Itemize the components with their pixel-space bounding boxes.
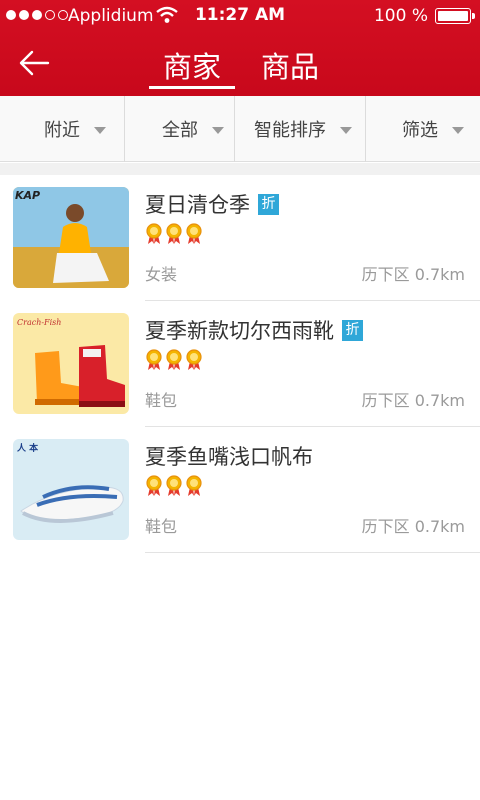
divider [234,96,235,162]
medal-icon [146,475,162,496]
item-title-row: 夏季新款切尔西雨靴 折 [145,315,363,345]
medal-icon [186,223,202,244]
discount-badge: 折 [258,193,279,215]
product-thumbnail: Crach-Fish [13,313,129,414]
item-title: 夏季鱼嘴浅口帆布 [145,445,313,469]
battery-tip [472,13,475,19]
medal-icon [166,223,182,244]
back-arrow-icon[interactable] [18,48,50,78]
item-category: 鞋包 [145,517,178,536]
filter-screen[interactable]: 筛选 [402,96,464,162]
divider [145,552,480,553]
medal-icon [146,223,162,244]
filter-all[interactable]: 全部 [162,96,224,162]
divider [365,96,366,162]
list-item[interactable]: Crach-Fish 夏季新款切尔西雨靴 折 鞋包 历下区 0.7km [0,301,480,427]
rating-medals [145,475,203,497]
svg-text:Crach-Fish: Crach-Fish [17,318,61,327]
item-location: 历下区 0.7km [361,517,465,536]
filter-label: 全部 [162,120,198,141]
medal-icon [186,475,202,496]
filter-smart-sort[interactable]: 智能排序 [254,96,352,162]
status-bar: Applidium 11:27 AM 100 % [0,0,480,32]
dropdown-caret-icon [452,126,464,134]
medal-icon [146,349,162,370]
list-item[interactable]: 人 本 夏季鱼嘴浅口帆布 鞋包 历下区 0.7km [0,427,480,553]
svg-text:人 本: 人 本 [16,442,39,454]
product-thumbnail: 人 本 [13,439,129,540]
item-location: 历下区 0.7km [361,265,465,284]
list-item[interactable]: KAP 夏日清仓季 折 女装 历下区 0.7km [0,175,480,301]
product-thumbnail: KAP [13,187,129,288]
divider [124,96,125,162]
svg-text:KAP: KAP [15,189,40,202]
merchant-list: KAP 夏日清仓季 折 女装 历下区 0.7km Crach-Fish 夏季新款… [0,175,480,553]
battery-icon [435,8,471,24]
active-tab-indicator [149,86,235,89]
item-title: 夏季新款切尔西雨靴 [145,319,334,343]
app-header: Applidium 11:27 AM 100 % 商家 商品 [0,0,480,96]
filter-bar: 附近 全部 智能排序 筛选 [0,96,480,162]
medal-icon [166,349,182,370]
dropdown-caret-icon [340,126,352,134]
rating-medals [145,223,203,245]
item-title-row: 夏日清仓季 折 [145,189,279,219]
tab-products[interactable]: 商品 [261,44,319,86]
dropdown-caret-icon [212,126,224,134]
dropdown-caret-icon [94,126,106,134]
filter-label: 智能排序 [254,120,326,141]
item-category: 鞋包 [145,391,178,410]
filter-label: 附近 [44,120,80,141]
filter-label: 筛选 [402,120,438,141]
item-title-row: 夏季鱼嘴浅口帆布 [145,441,313,471]
discount-badge: 折 [342,319,363,341]
section-gap [0,163,480,175]
medal-icon [186,349,202,370]
filter-nearby[interactable]: 附近 [44,96,106,162]
medal-icon [166,475,182,496]
item-title: 夏日清仓季 [145,193,250,217]
tab-merchants[interactable]: 商家 [163,44,221,86]
item-location: 历下区 0.7km [361,391,465,410]
item-category: 女装 [145,265,178,284]
battery-percentage: 100 % [373,6,428,26]
rating-medals [145,349,203,371]
